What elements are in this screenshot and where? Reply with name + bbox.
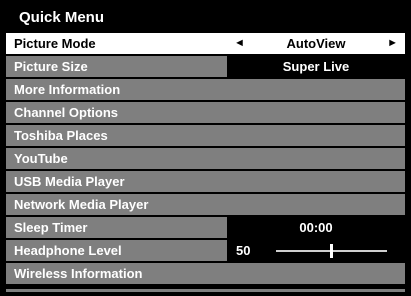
quick-menu-list: Picture Mode ◄ AutoView ► Picture Size S…: [6, 33, 405, 286]
menu-item-label: Picture Mode: [14, 36, 96, 51]
menu-item-network-media-player[interactable]: Network Media Player: [6, 194, 405, 215]
picture-mode-selector[interactable]: ◄ AutoView ►: [227, 33, 405, 54]
picture-size-value-box: Super Live: [227, 56, 405, 77]
headphone-level-slider-thumb[interactable]: [330, 244, 333, 258]
quick-menu-panel: Quick Menu Picture Mode ◄ AutoView ► Pic…: [0, 0, 411, 296]
menu-item-channel-options[interactable]: Channel Options: [6, 102, 405, 123]
menu-item-label: Wireless Information: [14, 266, 143, 281]
picture-size-value: Super Live: [282, 59, 350, 74]
menu-title: Quick Menu: [19, 9, 105, 26]
menu-item-wireless-information[interactable]: Wireless Information: [6, 263, 405, 284]
menu-item-label: Channel Options: [14, 105, 118, 120]
headphone-level-value: 50: [236, 243, 251, 258]
menu-item-picture-size[interactable]: Picture Size Super Live: [6, 56, 405, 77]
menu-item-label: Headphone Level: [14, 243, 122, 258]
menu-item-label: Toshiba Places: [14, 128, 108, 143]
menu-item-youtube[interactable]: YouTube: [6, 148, 405, 169]
menu-item-label: YouTube: [14, 151, 68, 166]
menu-item-label: USB Media Player: [14, 174, 125, 189]
arrow-right-icon[interactable]: ►: [387, 33, 398, 54]
menu-item-label: Network Media Player: [14, 197, 149, 212]
headphone-level-control[interactable]: 50: [227, 240, 405, 261]
menu-item-more-information[interactable]: More Information: [6, 79, 405, 100]
picture-mode-value: AutoView: [286, 36, 346, 51]
menu-item-sleep-timer[interactable]: Sleep Timer 00:00: [6, 217, 405, 238]
menu-item-headphone-level[interactable]: Headphone Level 50: [6, 240, 405, 261]
sleep-timer-value-box: 00:00: [227, 217, 405, 238]
menu-item-picture-mode[interactable]: Picture Mode ◄ AutoView ►: [6, 33, 405, 54]
menu-item-label: Sleep Timer: [14, 220, 88, 235]
headphone-level-slider-track[interactable]: [276, 244, 387, 258]
menu-item-label: Picture Size: [14, 59, 88, 74]
bottom-divider: [6, 289, 405, 292]
menu-item-toshiba-places[interactable]: Toshiba Places: [6, 125, 405, 146]
menu-item-label: More Information: [14, 82, 121, 97]
sleep-timer-value: 00:00: [299, 220, 333, 235]
menu-item-usb-media-player[interactable]: USB Media Player: [6, 171, 405, 192]
